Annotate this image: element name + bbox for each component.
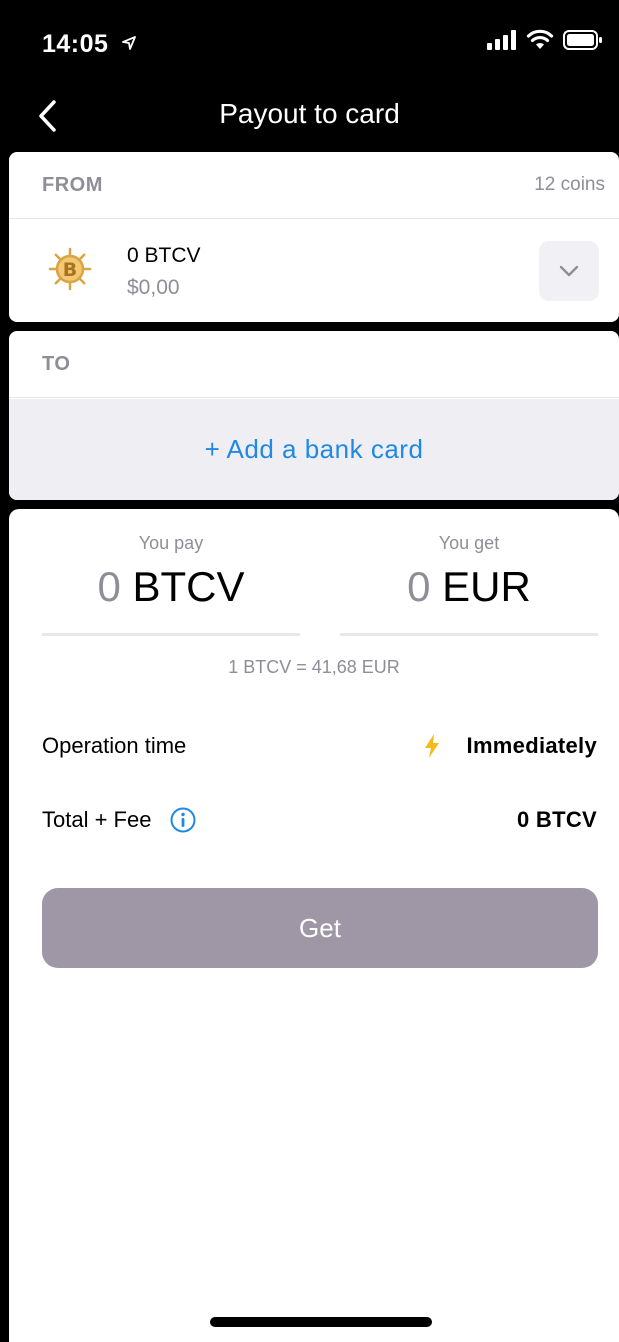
svg-text:B: B <box>63 259 77 281</box>
exchange-section: You pay 0 BTCV You get 0 EUR 1 BTCV = 41… <box>9 509 619 1342</box>
you-get-currency: EUR <box>442 563 531 610</box>
status-icons <box>487 29 603 55</box>
total-fee-row: Total + Fee 0 BTCV <box>42 805 597 837</box>
total-fee-label: Total + Fee <box>42 807 152 832</box>
you-get-amount: 0 <box>407 563 431 610</box>
page-title: Payout to card <box>219 98 400 129</box>
coin-selector[interactable]: B 0 BTCV $0,00 <box>9 220 619 322</box>
add-bank-card-label: + Add a bank card <box>204 434 424 464</box>
you-get-underline <box>340 633 598 636</box>
get-button[interactable]: Get <box>42 888 598 968</box>
location-arrow-icon <box>122 28 136 57</box>
to-header: TO <box>9 331 619 398</box>
bitcoin-vault-icon: B <box>47 246 93 292</box>
you-pay-field[interactable]: You pay 0 BTCV <box>42 509 300 637</box>
total-fee-value: 0 BTCV <box>516 807 597 832</box>
to-label: TO <box>42 353 71 375</box>
to-section: TO + Add a bank card <box>9 331 619 500</box>
coin-amount: 0 BTCV <box>127 244 201 267</box>
from-header: FROM 12 coins <box>9 152 619 219</box>
cellular-signal-icon <box>487 29 517 55</box>
lightning-bolt-icon <box>423 733 441 759</box>
battery-icon <box>563 29 603 55</box>
you-get-value: 0 EUR <box>340 563 598 611</box>
status-time: 14:05 <box>42 28 136 59</box>
from-label: FROM <box>42 174 103 196</box>
add-bank-card-button[interactable]: + Add a bank card <box>9 399 619 500</box>
coin-dropdown-button[interactable] <box>539 241 599 301</box>
nav-bar: Payout to card <box>0 90 619 152</box>
status-bar: 14:05 <box>0 0 619 90</box>
home-indicator <box>210 1317 432 1327</box>
payout-screen: 14:05 Payout to card FROM 12 coins B 0 B… <box>0 0 619 1342</box>
you-pay-value: 0 BTCV <box>42 563 300 611</box>
chevron-down-icon <box>559 265 579 277</box>
you-pay-amount: 0 <box>97 563 121 610</box>
operation-time-row: Operation time Immediately <box>42 731 597 763</box>
from-section: FROM 12 coins B 0 BTCV $0,00 <box>9 152 619 322</box>
exchange-rate: 1 BTCV = 41,68 EUR <box>228 657 400 677</box>
operation-time-label: Operation time <box>42 733 187 758</box>
you-pay-currency: BTCV <box>132 563 245 610</box>
wifi-icon <box>526 29 554 55</box>
coin-fiat-value: $0,00 <box>127 276 180 299</box>
coins-count: 12 coins <box>534 174 605 195</box>
info-icon[interactable] <box>170 807 196 833</box>
status-time-text: 14:05 <box>42 30 109 58</box>
you-pay-label: You pay <box>138 533 204 553</box>
you-pay-underline <box>42 633 300 636</box>
operation-time-value: Immediately <box>466 733 597 758</box>
you-get-label: You get <box>438 533 500 553</box>
you-get-field[interactable]: You get 0 EUR <box>340 509 598 637</box>
